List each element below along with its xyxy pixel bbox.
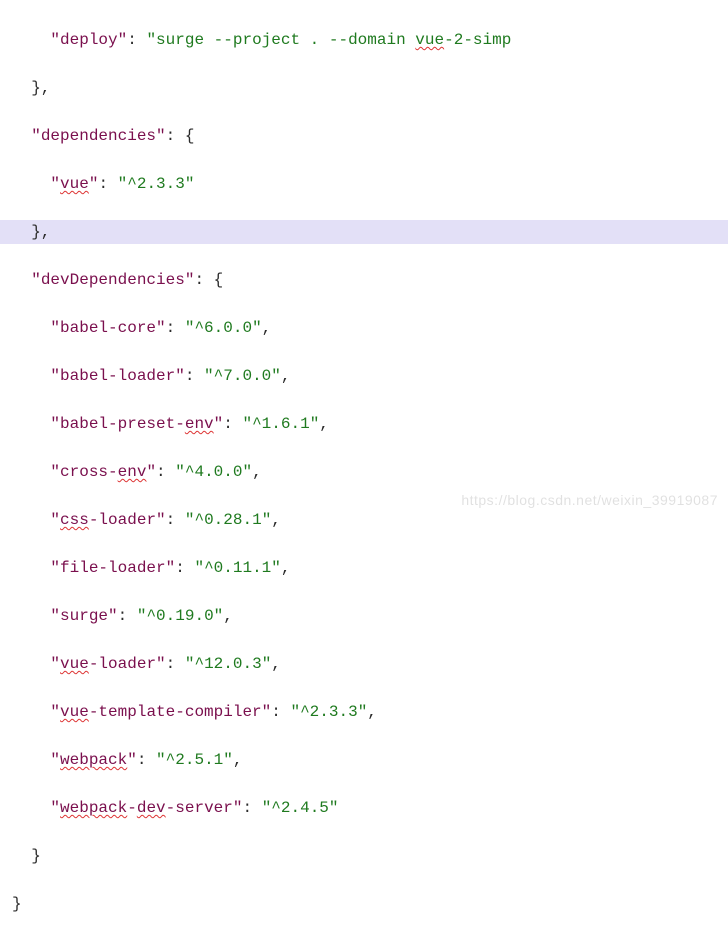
code-line: "deploy": "surge --project . --domain vu… [0, 28, 728, 52]
code-line: "dependencies": { [0, 124, 728, 148]
code-line: } [0, 892, 728, 916]
deploy-key: deploy [60, 31, 118, 49]
code-line: "css-loader": "^0.28.1", [0, 508, 728, 532]
dependencies-key: dependencies [41, 127, 156, 145]
code-line: "file-loader": "^0.11.1", [0, 556, 728, 580]
code-line-highlighted: }, [0, 220, 728, 244]
watermark: https://blog.csdn.net/weixin_39919087 [461, 490, 718, 511]
code-line: "babel-preset-env": "^1.6.1", [0, 412, 728, 436]
code-line: }, [0, 76, 728, 100]
code-block: "deploy": "surge --project . --domain vu… [0, 0, 728, 940]
code-line: "webpack-dev-server": "^2.4.5" [0, 796, 728, 820]
code-line: } [0, 844, 728, 868]
vue-key: vue [60, 175, 89, 193]
code-line: "babel-core": "^6.0.0", [0, 316, 728, 340]
code-line: "devDependencies": { [0, 268, 728, 292]
devdependencies-key: devDependencies [41, 271, 185, 289]
code-line: "cross-env": "^4.0.0", [0, 460, 728, 484]
code-line: "babel-loader": "^7.0.0", [0, 364, 728, 388]
code-line: "surge": "^0.19.0", [0, 604, 728, 628]
code-line: "vue-loader": "^12.0.3", [0, 652, 728, 676]
code-line: "webpack": "^2.5.1", [0, 748, 728, 772]
code-line: "vue": "^2.3.3" [0, 172, 728, 196]
code-line: "vue-template-compiler": "^2.3.3", [0, 700, 728, 724]
